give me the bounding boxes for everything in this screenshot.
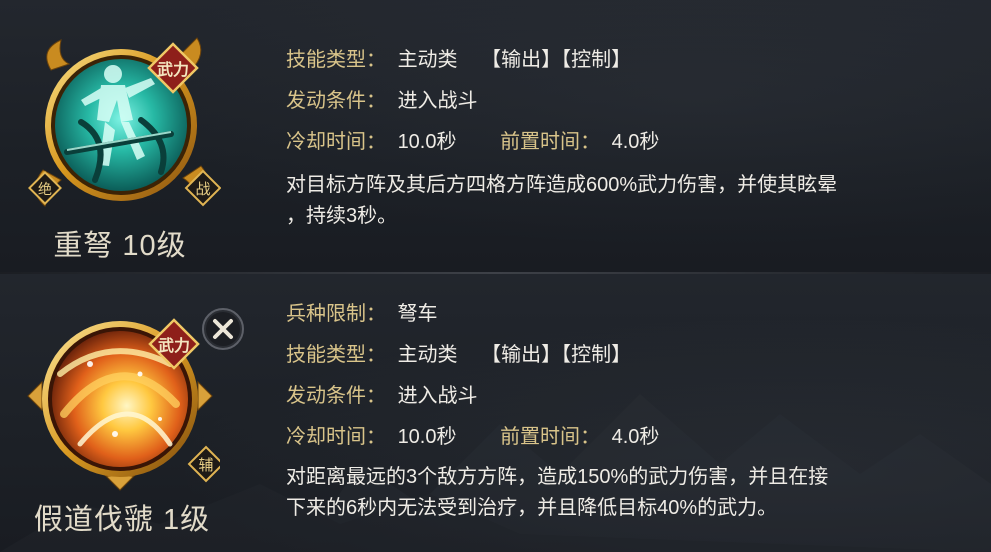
skill-type-label: 技能类型 [286, 49, 366, 71]
svg-text:武力: 武力 [158, 336, 190, 355]
trigger-value: 进入战斗 [397, 385, 478, 407]
prep-time-value: 4.0秒 [611, 131, 660, 153]
separator: ： [366, 344, 386, 366]
svg-text:战: 战 [195, 180, 210, 198]
crossbow-skill-icon[interactable]: 武力 绝 战 [21, 30, 221, 230]
separator: ： [366, 131, 386, 153]
tag-control: 【控制】 [561, 344, 632, 366]
skill-name: 假道伐虢 1级 [33, 504, 211, 536]
flame-slash-icon: 武力 辅 [27, 318, 220, 491]
trigger-label: 发动条件 [286, 90, 366, 112]
separator: ： [366, 90, 386, 112]
skill-type-row: 技能类型： 主动类 【输出】【控制】 [286, 50, 631, 70]
cooldown-row: 冷却时间： 10.0秒 前置时间： 4.0秒 [286, 132, 659, 152]
skill-name: 重弩 10级 [53, 230, 187, 262]
prep-time-value: 4.0秒 [611, 426, 660, 448]
description-line: ，持续3秒。 [286, 205, 398, 227]
crossbow-warrior-icon: 武力 绝 战 [28, 37, 221, 207]
close-x-icon [202, 308, 244, 350]
tag-output: 【输出】 [481, 344, 562, 366]
tag-output: 【输出】 [481, 49, 562, 71]
cooldown-row: 冷却时间： 10.0秒 前置时间： 4.0秒 [286, 427, 659, 447]
separator: ： [366, 426, 386, 448]
cooldown-label: 冷却时间 [286, 131, 366, 153]
svg-text:武力: 武力 [157, 60, 189, 79]
troop-restriction-row: 兵种限制： 弩车 [286, 304, 438, 324]
skill-description: 对距离最远的3个敌方方阵，造成150%的武力伤害，并且在接 下来的6秒内无法受到… [286, 462, 966, 524]
skill-type-label: 技能类型 [286, 344, 366, 366]
trigger-value: 进入战斗 [397, 90, 478, 112]
troop-restriction-label: 兵种限制 [286, 303, 366, 325]
skill-description: 对目标方阵及其后方四格方阵造成600%武力伤害，并使其眩晕 ，持续3秒。 [286, 170, 966, 232]
cooldown-value: 10.0秒 [397, 131, 457, 153]
feint-strike-skill-icon[interactable]: 武力 辅 [20, 304, 220, 504]
troop-restriction-value: 弩车 [397, 303, 438, 325]
tag-control: 【控制】 [561, 49, 632, 71]
separator: ： [366, 385, 386, 407]
description-line: 下来的6秒内无法受到治疗，并且降低目标40%的武力。 [286, 497, 778, 519]
trigger-condition-row: 发动条件： 进入战斗 [286, 91, 478, 111]
separator: ： [580, 131, 601, 153]
separator: ： [366, 49, 386, 71]
skill-detail-screen: { "skills": [ { "name": "重弩 10级", "badge… [0, 0, 991, 552]
prep-time-label: 前置时间 [500, 131, 581, 153]
description-line: 对距离最远的3个敌方方阵，造成150%的武力伤害，并且在接 [286, 466, 829, 488]
svg-text:辅: 辅 [198, 456, 213, 474]
skill-panel-1: 武力 绝 战 重弩 10级 技能类型： 主动类 【输出】【控制】 发动条件： 进… [0, 0, 991, 274]
description-line: 对目标方阵及其后方四格方阵造成600%武力伤害，并使其眩晕 [286, 174, 838, 196]
separator: ： [580, 426, 601, 448]
skill-panel-2: 武力 辅 假道伐虢 1级 兵种限制： 弩车 技能类型： 主动类 【输出】【控制】… [0, 274, 991, 552]
trigger-label: 发动条件 [286, 385, 366, 407]
skill-type-value: 主动类 [397, 344, 458, 366]
skill-type-value: 主动类 [397, 49, 458, 71]
separator: ： [366, 303, 386, 325]
trigger-condition-row: 发动条件： 进入战斗 [286, 386, 478, 406]
remove-skill-button[interactable] [201, 307, 245, 351]
cooldown-value: 10.0秒 [397, 426, 457, 448]
skill-type-row: 技能类型： 主动类 【输出】【控制】 [286, 345, 631, 365]
svg-text:绝: 绝 [38, 182, 52, 198]
prep-time-label: 前置时间 [500, 426, 581, 448]
cooldown-label: 冷却时间 [286, 426, 366, 448]
